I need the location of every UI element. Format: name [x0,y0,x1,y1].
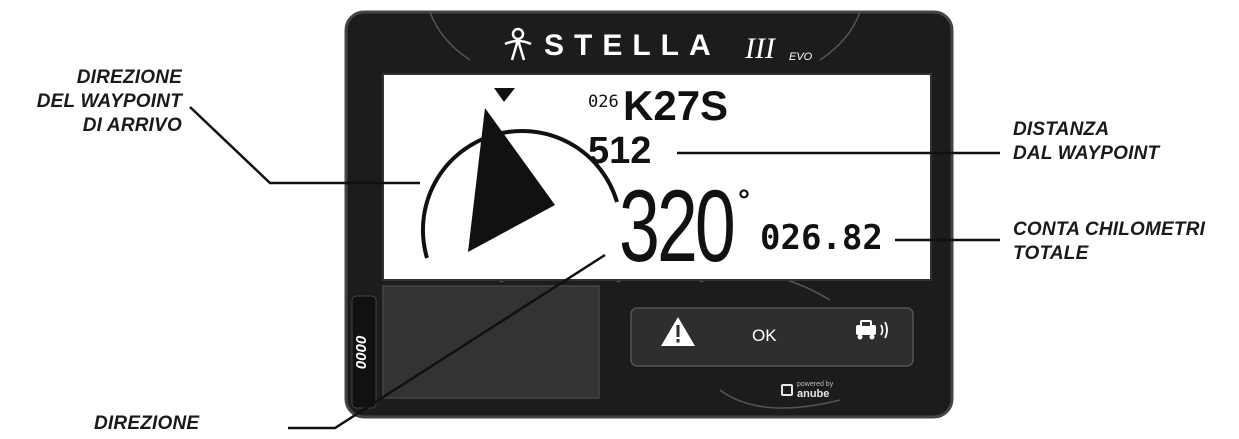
callout-line: TOTALE [1013,243,1089,264]
callout-line: DISTANZA [1013,119,1110,140]
heading-value: 320 [619,169,736,283]
maker-logo-icon [781,384,793,396]
waypoint-distance: 512 [588,130,652,172]
callout-direction: DIREZIONE [94,412,284,436]
callout-total-odometer: CONTA CHILOMETRI TOTALE [1013,218,1237,266]
maker-small-caption: powered by [797,381,834,388]
maker-caption: anube [797,388,830,400]
odometer-value: 026.82 [760,218,883,258]
callout-line: DAL WAYPOINT [1013,143,1160,164]
left-panel [382,285,600,399]
brand-edition: EVO [789,51,813,63]
callout-line: DI ARRIVO [82,115,182,136]
waypoint-number: 026 [588,92,619,112]
brand-model-suffix: III [744,32,777,65]
callout-waypoint-distance: DISTANZA DAL WAYPOINT [1013,118,1233,166]
side-counter: 0000 [353,335,371,370]
callout-line: DIREZIONE [94,413,200,434]
diagram-stage: STELLA III EVO 026 K27S 512 320 ° 026.82… [0,0,1239,439]
car-horn-button[interactable] [836,312,902,360]
waypoint-code: K27S [623,82,729,129]
callout-line: DIREZIONE [76,67,182,88]
brand-name: STELLA [544,29,721,62]
ok-button[interactable]: OK [752,326,777,346]
heading-unit: ° [738,184,750,217]
callout-line: DEL WAYPOINT [36,91,182,112]
warning-button[interactable] [646,312,708,360]
callout-line: CONTA CHILOMETRI [1013,219,1206,240]
callout-waypoint-direction: DIREZIONE DEL WAYPOINT DI ARRIVO [12,66,182,138]
